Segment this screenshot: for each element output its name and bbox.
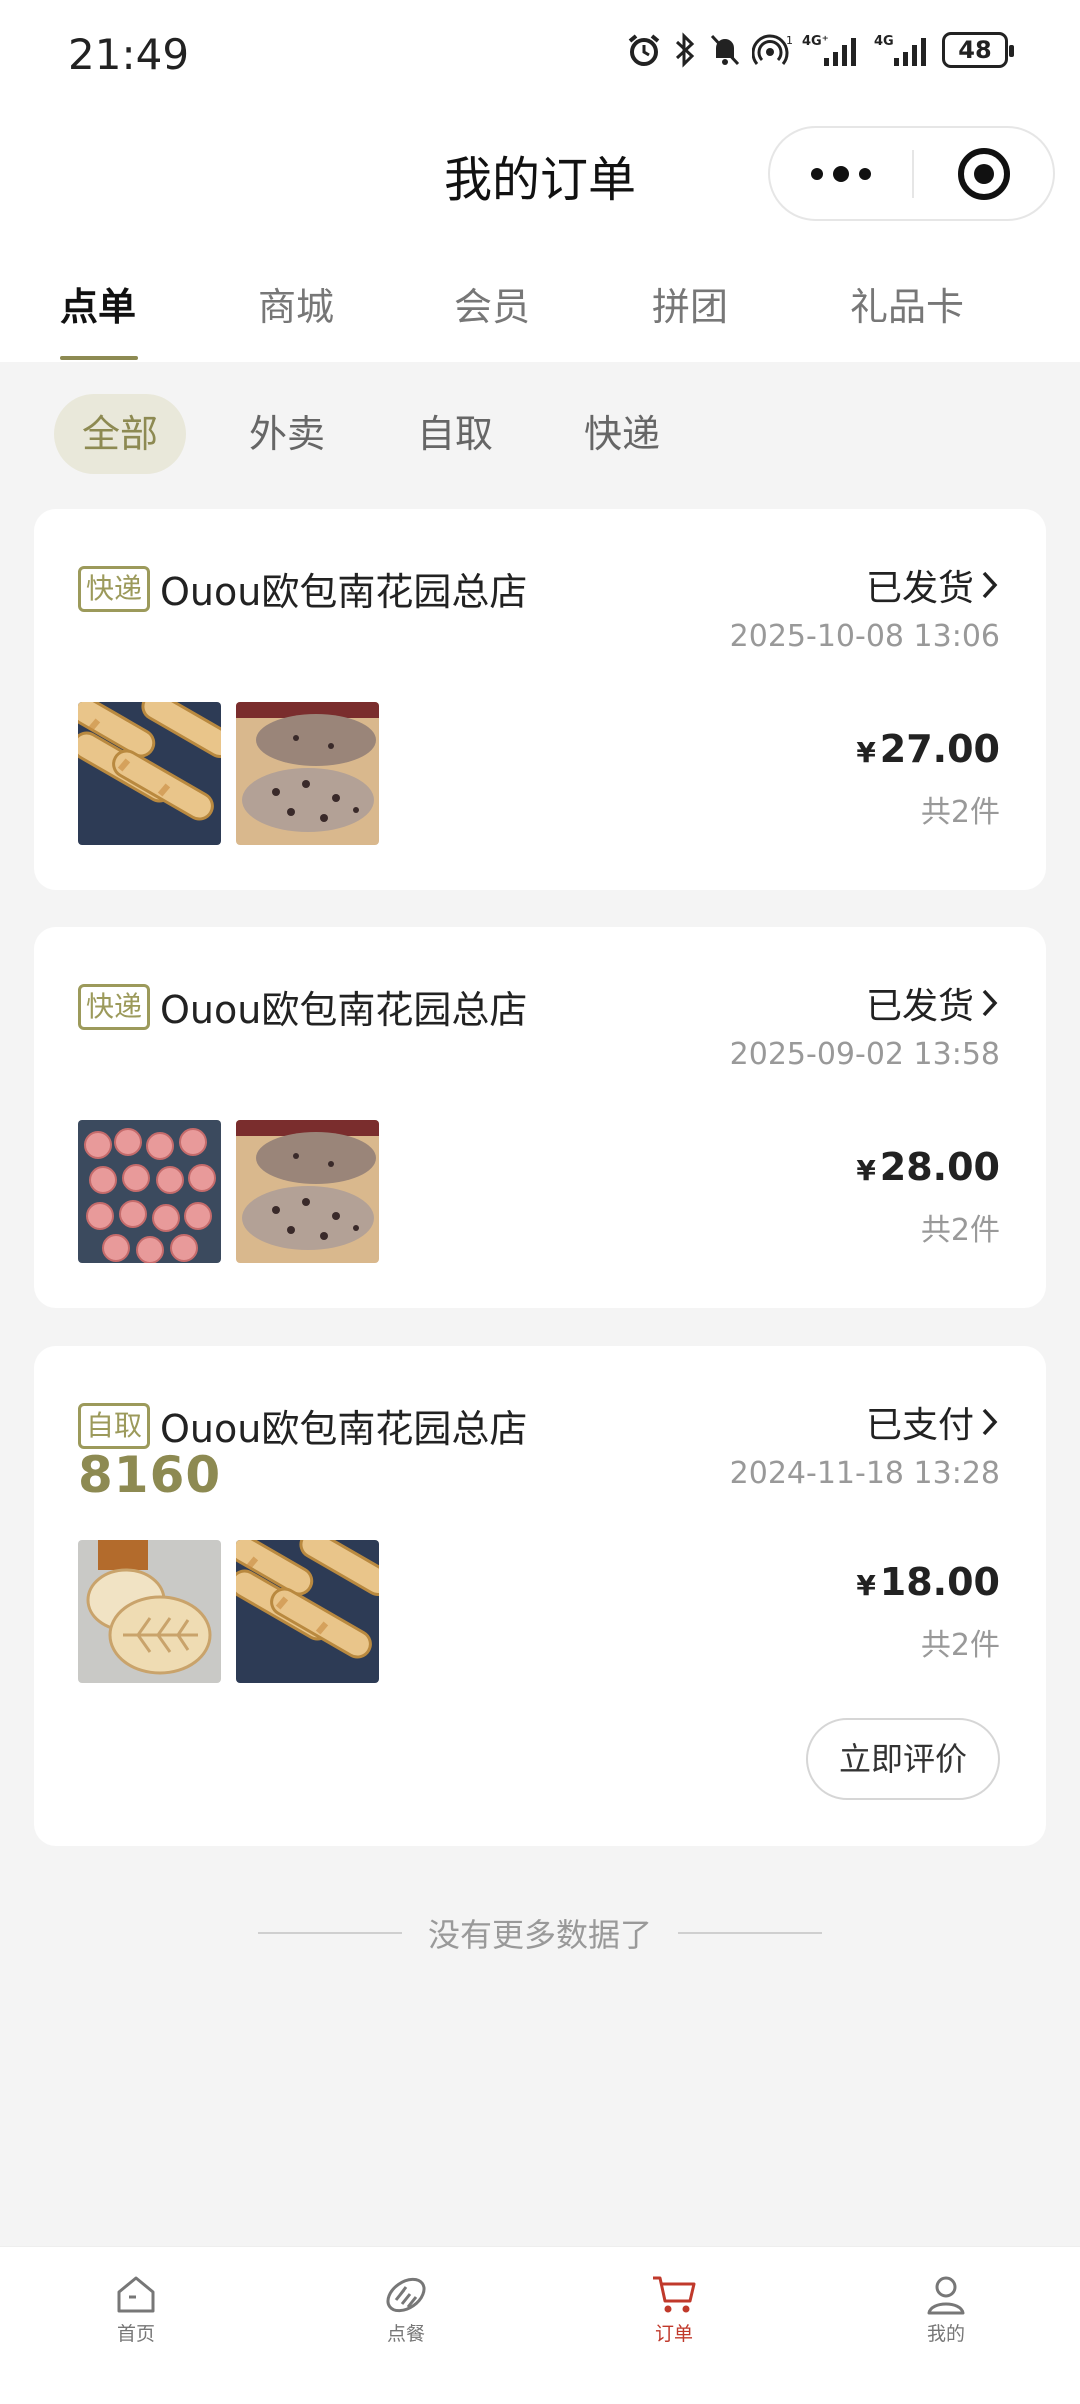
item-count: 共2件 (920, 1213, 1000, 1248)
more-button[interactable] (770, 128, 912, 219)
nav-profile[interactable]: 我的 (876, 2273, 1016, 2346)
order-date: 2024-11-18 13:28 (729, 1456, 1000, 1491)
miniprogram-capsule (768, 126, 1055, 221)
signal-4g-icon: 4G⁺ (802, 34, 856, 66)
status-time: 21:49 (68, 30, 190, 79)
svg-text:4G: 4G (874, 34, 894, 49)
currency-symbol: ¥ (856, 1154, 876, 1187)
hotspot-icon: 1 (752, 34, 792, 65)
tab-mall[interactable]: 商城 (258, 276, 334, 331)
store-name: Ouou欧包南花园总店 (160, 1407, 528, 1451)
tab-member[interactable]: 会员 (454, 276, 530, 331)
product-thumbnails (78, 702, 379, 845)
svg-text:1: 1 (786, 34, 792, 47)
order-card[interactable]: 快递 Ouou欧包南花园总店 已发货 2025-09-02 13:58 ¥28.… (34, 927, 1046, 1308)
tab-dine-order[interactable]: 点单 (60, 276, 136, 331)
product-image-dark-loaf (236, 702, 379, 845)
status-bar: 21:49 1 4G⁺ 4G 48 (0, 0, 1080, 112)
order-status: 已发货 (865, 568, 974, 609)
filter-express[interactable]: 快递 (556, 394, 688, 474)
order-price: ¥18.00 (856, 1560, 1000, 1604)
chevron-right-icon (982, 571, 998, 599)
order-type-badge: 快递 (78, 565, 151, 612)
tab-gift-card[interactable]: 礼品卡 (850, 276, 964, 331)
store-row: 快递 Ouou欧包南花园总店 (78, 979, 527, 1034)
filter-delivery[interactable]: 外卖 (221, 394, 353, 474)
no-more-data-text: 没有更多数据了 (427, 1916, 652, 1954)
order-price: ¥28.00 (856, 1145, 1000, 1189)
product-image-baguette (78, 702, 221, 845)
product-image-dark-loaf (236, 1120, 379, 1263)
user-icon (927, 2276, 965, 2315)
nav-orders[interactable]: 订单 (604, 2273, 744, 2346)
status-icons: 1 4G⁺ 4G 48 (626, 32, 1014, 68)
tab-group-buy[interactable]: 拼团 (652, 276, 728, 331)
pickup-code: 8160 (78, 1446, 222, 1504)
currency-symbol: ¥ (856, 1569, 876, 1602)
item-count: 共2件 (920, 1628, 1000, 1663)
product-thumbnails (78, 1120, 379, 1263)
product-image-pink-buns (78, 1120, 221, 1263)
chevron-right-icon (982, 1408, 998, 1436)
store-name: Ouou欧包南花园总店 (160, 988, 528, 1032)
price-value: 18.00 (879, 1560, 1000, 1604)
filter-all[interactable]: 全部 (54, 394, 187, 474)
signal-4g-icon: 4G (874, 34, 926, 66)
review-button[interactable]: 立即评价 (806, 1718, 1000, 1800)
price-value: 27.00 (879, 727, 1000, 771)
battery-level: 48 (958, 36, 992, 64)
order-card[interactable]: 自取 Ouou欧包南花园总店 已支付 8160 2024-11-18 13:28… (34, 1346, 1046, 1846)
order-status-link[interactable]: 已支付 (866, 1396, 1000, 1448)
nav-label: 首页 (116, 2323, 155, 2345)
cart-icon (653, 2276, 696, 2313)
store-row: 快递 Ouou欧包南花园总店 (78, 561, 527, 616)
price-value: 28.00 (879, 1145, 1000, 1189)
home-icon (117, 2276, 155, 2313)
order-status: 已发货 (865, 986, 974, 1027)
nav-label: 我的 (926, 2323, 965, 2345)
order-status-link[interactable]: 已发货 (866, 977, 1000, 1029)
svg-text:4G⁺: 4G⁺ (802, 34, 829, 49)
chevron-right-icon (982, 989, 998, 1017)
divider (257, 1932, 402, 1934)
order-price: ¥27.00 (856, 727, 1000, 771)
order-status: 已支付 (865, 1405, 974, 1446)
nav-home[interactable]: 首页 (66, 2273, 206, 2346)
close-miniprogram-button[interactable] (913, 128, 1055, 219)
nav-label: 点餐 (386, 2323, 425, 2345)
target-icon (958, 147, 1010, 200)
active-tab-indicator (60, 356, 138, 360)
store-name: Ouou欧包南花园总店 (160, 570, 528, 614)
dot-icon (833, 165, 849, 182)
dot-icon (811, 167, 823, 180)
order-type-tabs: 点单 商城 会员 拼团 礼品卡 (0, 262, 1080, 362)
product-image-baguette (236, 1540, 379, 1683)
store-row: 自取 Ouou欧包南花园总店 (78, 1398, 527, 1453)
mute-bell-icon (710, 34, 740, 66)
nav-label: 订单 (654, 2323, 693, 2345)
item-count: 共2件 (920, 795, 1000, 830)
currency-symbol: ¥ (856, 736, 876, 769)
nav-order-food[interactable]: 点餐 (336, 2273, 476, 2346)
order-card[interactable]: 快递 Ouou欧包南花园总店 已发货 2025-10-08 13:06 ¥27.… (34, 509, 1046, 890)
order-date: 2025-09-02 13:58 (729, 1037, 1000, 1072)
divider (678, 1932, 822, 1934)
order-status-link[interactable]: 已发货 (866, 559, 1000, 611)
product-image-leaf-bread (78, 1540, 221, 1683)
bottom-nav: 首页 点餐 订单 我的 (0, 2246, 1080, 2404)
product-thumbnails (78, 1540, 379, 1683)
order-type-badge: 自取 (78, 1402, 151, 1449)
battery-indicator: 48 (942, 32, 1014, 68)
order-date: 2025-10-08 13:06 (729, 619, 1000, 654)
dot-icon (859, 167, 871, 180)
bluetooth-icon (675, 32, 695, 68)
list-end-indicator: 没有更多数据了 (0, 1910, 1080, 1956)
top-panel: 21:49 1 4G⁺ 4G 48 我的订单 点单 商城 会员 拼团 礼品卡 (0, 0, 1080, 362)
alarm-icon (628, 34, 660, 66)
bread-icon (386, 2277, 426, 2313)
filter-pickup[interactable]: 自取 (389, 394, 521, 474)
order-type-badge: 快递 (78, 983, 151, 1030)
